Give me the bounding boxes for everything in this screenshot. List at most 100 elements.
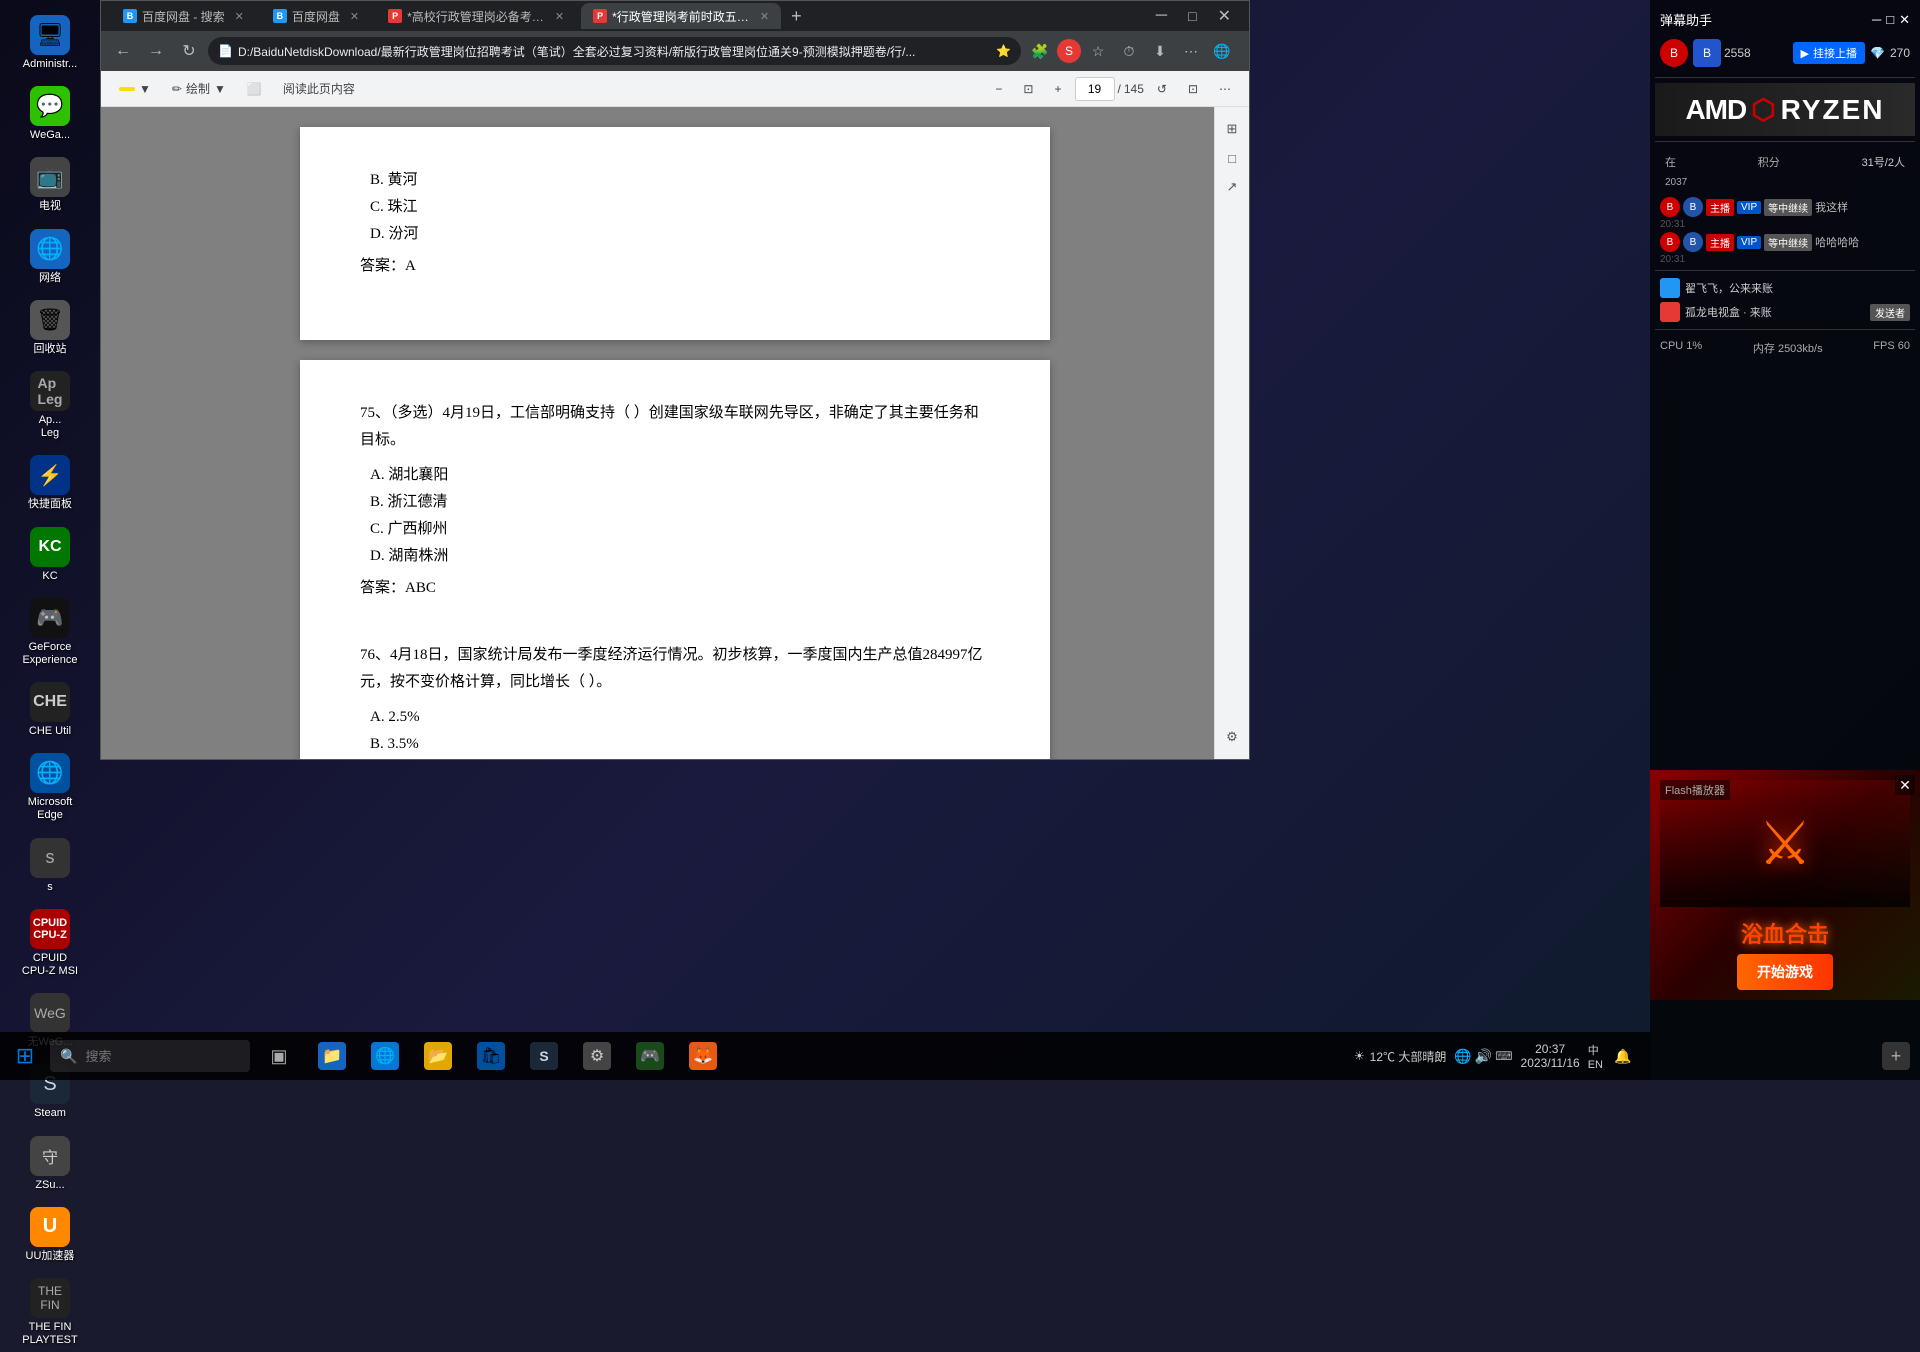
notif-text-2: 哈哈哈哈 [1815, 234, 1910, 250]
notification-icon: 🔔 [1614, 1048, 1631, 1065]
close-btn[interactable]: ✕ [1210, 3, 1239, 29]
desktop-icon-thefin[interactable]: THEFIN THE FINPLAYTEST [5, 1273, 95, 1352]
tab-pdf2[interactable]: P *行政管理岗考前时政五星押题卷● ✕ [581, 3, 781, 29]
new-tab-button[interactable]: + [791, 6, 802, 27]
live-btn-label: 挂接上播 [1813, 45, 1857, 61]
favorites-btn[interactable]: ☆ [1084, 37, 1112, 65]
fit-btn[interactable]: ⊡ [1015, 75, 1041, 103]
page-number-input[interactable] [1075, 77, 1115, 101]
external-link-icon[interactable]: ↗ [1220, 175, 1244, 199]
tab-close-2[interactable]: ✕ [350, 10, 359, 23]
expand-icon[interactable]: ⊞ [1220, 117, 1244, 141]
rotate-btn[interactable]: ↺ [1149, 75, 1175, 103]
desktop-icon-network[interactable]: 🌐 网络 [5, 224, 95, 290]
app-row-1: 翟飞飞，公来来账 [1655, 276, 1915, 300]
taskbar-steam[interactable]: S [520, 1032, 568, 1080]
forward-button[interactable]: → [142, 37, 170, 65]
desktop-icon-recycle[interactable]: 🗑 回收站 [5, 295, 95, 361]
desktop-icon-admin[interactable]: 🖥 Administr... [5, 10, 95, 76]
ryzen-text: RYZEN [1781, 94, 1885, 126]
desktop-icon-tv[interactable]: 📺 电视 [5, 152, 95, 218]
desktop-icon-kc[interactable]: KC KC [5, 522, 95, 588]
desktop-icon-label-9: GeForceExperience [22, 641, 77, 667]
q74-option-b: B. 黄河 [370, 167, 990, 194]
sidebar-minimize-icon[interactable]: ─ [1872, 12, 1881, 27]
add-button[interactable]: + [1882, 1042, 1910, 1070]
sidebar-close-icon[interactable]: ✕ [1899, 12, 1910, 28]
desktop-icon-label-16: ZSu... [35, 1179, 64, 1192]
pdf-content-area[interactable]: B. 黄河 C. 珠江 D. 汾河 答案：A 75、（多选）4月19日，工信部明… [101, 107, 1249, 759]
present-btn[interactable]: ⊡ [1180, 75, 1206, 103]
tab-close-4[interactable]: ✕ [760, 10, 769, 23]
sidebar-resize-icon[interactable]: □ [1886, 12, 1894, 27]
file-explorer-icon: 📁 [318, 1042, 346, 1070]
taskbar-files[interactable]: 📂 [414, 1032, 462, 1080]
address-bar[interactable]: 📄 D:/BaiduNetdiskDownload/最新行政管理岗位招聘考试（笔… [208, 37, 1021, 65]
taskbar-game1[interactable]: 🎮 [626, 1032, 674, 1080]
toolbar-highlight[interactable]: ▼ [111, 75, 159, 103]
notification-btn[interactable]: 🔔 [1611, 1044, 1635, 1068]
taskbar-task-view[interactable]: ▣ [255, 1032, 303, 1080]
taskbar-search-box[interactable]: 🔍 [50, 1040, 250, 1072]
taskbar-firefox[interactable]: 🦊 [679, 1032, 727, 1080]
desktop-icon-s[interactable]: s s [5, 833, 95, 899]
stat-time: 2037 [1660, 175, 1910, 190]
back-button[interactable]: ← [109, 37, 137, 65]
tray-volume-icon[interactable]: 🔊 [1475, 1048, 1492, 1065]
tab-pdf1[interactable]: P *高校行政管理岗必备考点.pdf ✕ [376, 3, 576, 29]
tab-close-3[interactable]: ✕ [555, 10, 564, 23]
zoom-in-btn[interactable]: + [1046, 75, 1069, 103]
toolbar-annotate[interactable]: ✏ 绘制 ▼ [164, 75, 234, 103]
desktop-icon-wechat[interactable]: 💬 WeGa... [5, 81, 95, 147]
desktop-icon-che[interactable]: CHE CHE Util [5, 677, 95, 743]
desktop-icon-zs[interactable]: 守 ZSu... [5, 1131, 95, 1197]
game-ad-close-btn[interactable]: ✕ [1895, 775, 1915, 795]
desktop-icon-cpuz[interactable]: CPUIDCPU-Z CPUIDCPU-Z MSI [5, 904, 95, 983]
settings-gear-icon[interactable]: ⚙ [1220, 725, 1244, 749]
clock[interactable]: 20:37 2023/11/16 [1521, 1042, 1580, 1070]
taskbar-explorer[interactable]: 📁 [308, 1032, 356, 1080]
pdf-page-1: B. 黄河 C. 珠江 D. 汾河 答案：A [300, 127, 1050, 340]
fit-page-icon[interactable]: □ [1220, 146, 1244, 170]
score-label: 积分 [1758, 154, 1780, 170]
live-button[interactable]: ▶ 挂接上播 [1793, 42, 1865, 64]
live-avatar: B [1660, 39, 1688, 67]
weather-section[interactable]: ☀ 12℃ 大部晴朗 [1354, 1048, 1446, 1065]
taskbar-edge[interactable]: 🌐 [361, 1032, 409, 1080]
toolbar-reading[interactable]: 阅读此页内容 [275, 75, 363, 103]
send-btn[interactable]: 发送者 [1870, 304, 1910, 321]
desktop-icon-kuaijian[interactable]: ⚡ 快捷面板 [5, 450, 95, 516]
app-row-2: 孤龙电视盒 · 来账 发送者 [1655, 300, 1915, 324]
desktop-icon-edge[interactable]: 🌐 MicrosoftEdge [5, 748, 95, 827]
refresh-button[interactable]: ↻ [175, 37, 203, 65]
taskbar-settings[interactable]: ⚙ [573, 1032, 621, 1080]
desktop-icon-uu[interactable]: U UU加速器 [5, 1202, 95, 1268]
edge-btn[interactable]: 🌐 [1208, 37, 1236, 65]
tray-network-icon[interactable]: 🌐 [1454, 1048, 1471, 1065]
tab-close-1[interactable]: ✕ [235, 10, 244, 23]
search-input[interactable] [85, 1049, 240, 1064]
desktop-icon-label-2: WeGa... [30, 129, 70, 142]
more-btn[interactable]: ⋯ [1211, 75, 1239, 103]
game-icon: 🎮 [636, 1042, 664, 1070]
game-start-button[interactable]: 开始游戏 [1737, 954, 1833, 990]
downloads-btn[interactable]: ⬇ [1146, 37, 1174, 65]
amd-ryzen-logo: AMD ⬡ RYZEN [1655, 83, 1915, 136]
tab-baidu-disk[interactable]: B 百度网盘 ✕ [261, 3, 371, 29]
zoom-out-btn[interactable]: − [987, 75, 1010, 103]
app-label-1: 翟飞飞，公来来账 [1685, 280, 1773, 296]
minimize-btn[interactable]: ─ [1148, 4, 1175, 28]
desktop-icon-geforce[interactable]: 🎮 GeForceExperience [5, 593, 95, 672]
taskbar-store[interactable]: 🛍 [467, 1032, 515, 1080]
tray-battery-icon[interactable]: ⌨ [1495, 1049, 1512, 1063]
settings-btn[interactable]: ⋯ [1177, 37, 1205, 65]
history-btn[interactable]: ⏱ [1115, 37, 1143, 65]
start-button[interactable]: ⊞ [5, 1036, 45, 1076]
tab-baidu-search[interactable]: B 百度网盘 - 搜索 ✕ [111, 3, 256, 29]
extensions-btn[interactable]: 🧩 [1026, 37, 1054, 65]
toolbar-erase[interactable]: ⬜ [239, 75, 270, 103]
desktop-icon-app[interactable]: ApLeg Ap...Leg [5, 366, 95, 445]
profile-btn[interactable]: S [1057, 39, 1081, 63]
desktop-icon-label-5: 回收站 [34, 343, 67, 356]
maximize-btn[interactable]: □ [1180, 5, 1204, 27]
